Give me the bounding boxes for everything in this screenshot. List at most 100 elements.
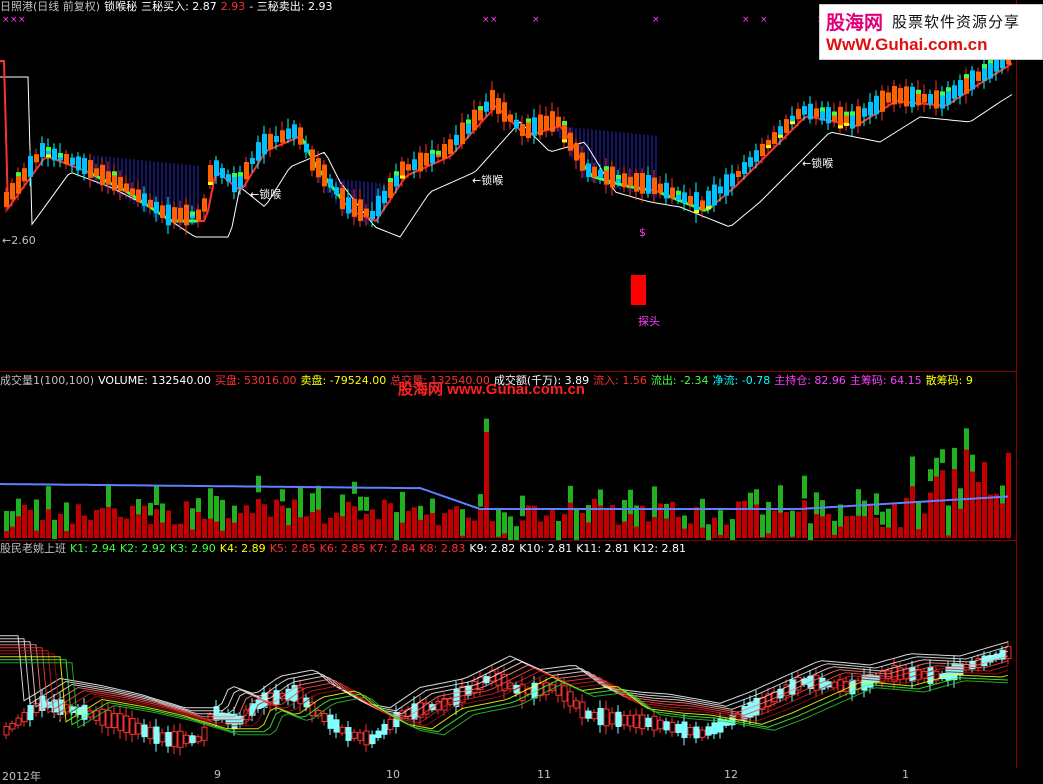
volume-bar-green (418, 505, 423, 520)
ma-candle-body (885, 670, 892, 679)
volume-bar (892, 504, 897, 538)
ma-candle-body (27, 705, 34, 721)
logo-subtitle: 股票软件资源分享 (892, 13, 1021, 31)
volume-bar (844, 516, 849, 538)
candle-body (802, 106, 807, 115)
candle-body (34, 154, 39, 163)
volume-bar (328, 517, 333, 538)
candle-cap (112, 171, 117, 176)
ma-candle-body (597, 707, 604, 726)
candle-body (202, 198, 207, 212)
volume-bar-green (400, 491, 405, 523)
ma-candle-body (723, 719, 730, 726)
ma-candle-body (627, 714, 634, 727)
candle-body (532, 117, 537, 136)
candle-body (148, 199, 153, 208)
price-level-label: ←2.60 (2, 234, 36, 247)
ma-candle-body (645, 717, 652, 728)
volume-bar (796, 511, 801, 538)
volume-bar (466, 517, 471, 538)
volume-bar-green (964, 428, 969, 450)
volume-bar (70, 523, 75, 538)
candle-body (934, 90, 939, 109)
signal-marker: × (2, 15, 10, 25)
volume-bar-green (802, 475, 807, 499)
volume-bar-green (556, 520, 561, 540)
volume-bar-green (136, 499, 141, 515)
ma-candle-body (705, 726, 712, 736)
ma-candle-body (711, 722, 718, 735)
candle-body (244, 162, 249, 180)
candle-body (874, 95, 879, 115)
volume-bar (178, 523, 183, 538)
volume-bar-green (478, 494, 483, 507)
volume-bar-green (730, 519, 735, 540)
volume-bar (274, 499, 279, 538)
volume-bar-green (706, 524, 711, 540)
ma-candle-body (663, 721, 670, 731)
volume-bar (490, 521, 495, 538)
volume-bar-green (154, 485, 159, 506)
volume-bar-green (652, 486, 657, 518)
volume-bar-green (148, 502, 153, 516)
volume-bar (970, 471, 975, 538)
volume-bar (256, 499, 261, 538)
candle-body (502, 102, 507, 122)
volume-bar-green (856, 489, 861, 516)
volume-bar (784, 512, 789, 538)
candle-body (454, 134, 459, 146)
ma-candle-body (21, 712, 28, 723)
volume-bar (418, 519, 423, 538)
volume-bar-green (790, 510, 795, 537)
volume-bar (904, 498, 909, 538)
volume-bar-green (946, 505, 951, 536)
volume-bar (226, 518, 231, 538)
candle-body (814, 108, 819, 118)
ma-candle-body (327, 714, 334, 729)
volume-bar (592, 498, 597, 538)
volume-bar-green (34, 499, 39, 531)
candle-cap (430, 149, 435, 154)
ma-candle-body (369, 734, 376, 745)
volume-bar (898, 527, 903, 538)
ma-candle-body (15, 717, 22, 726)
volume-bar (148, 524, 153, 538)
volume-bar (142, 505, 147, 538)
candle-cap (604, 166, 609, 171)
candle-body (76, 156, 81, 171)
candle-body (760, 143, 765, 157)
candle-body (52, 148, 57, 161)
candle-body (724, 174, 729, 196)
right-border (1016, 0, 1017, 768)
volume-bar (382, 499, 387, 538)
probe-signal-bar (631, 275, 646, 305)
candle-body (154, 201, 159, 214)
volume-bar-green (190, 508, 195, 530)
ma-panel[interactable]: 股民老姚上班 K1: 2.94 K2: 2.92 K3: 2.90 K4: 2.89 K5… (0, 541, 1016, 767)
candle-body (748, 157, 753, 167)
candle-body (862, 108, 867, 117)
volume-bar (598, 502, 603, 538)
candle-body (358, 199, 363, 222)
signal-marker: × (10, 15, 18, 25)
volume-bar (424, 514, 429, 538)
candle-body (712, 184, 717, 206)
ma-candle-body (603, 708, 610, 727)
candle-body (346, 197, 351, 214)
volume-bar-green (208, 488, 213, 519)
volume-bar (76, 504, 81, 538)
volume-bar-green (220, 499, 225, 531)
volume-bar-green (10, 511, 15, 527)
ma-candle-body (681, 721, 688, 739)
ma-candle-body (561, 685, 568, 702)
lock-annotation-2: ←锁喉 (472, 174, 504, 187)
volume-bar (100, 508, 105, 538)
volume-bar (802, 500, 807, 538)
candle-foot (208, 181, 213, 185)
volume-bar (640, 505, 645, 538)
candle-body (310, 149, 315, 171)
candle-body (736, 170, 741, 178)
ma-candle-body (579, 701, 586, 719)
candle-body (184, 204, 189, 226)
ma-chart[interactable] (0, 541, 1016, 767)
